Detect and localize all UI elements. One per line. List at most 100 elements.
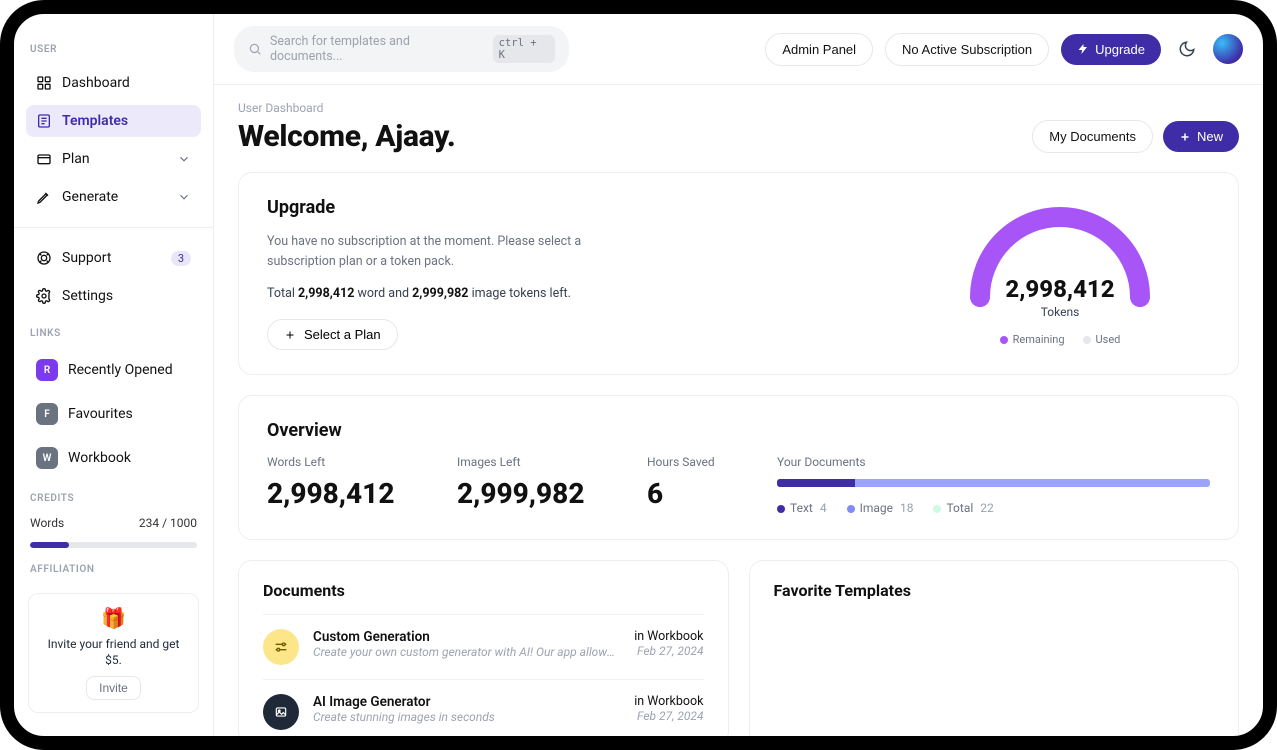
sidebar-section-credits: CREDITS	[30, 493, 197, 504]
grid-icon	[36, 75, 52, 91]
sliders-icon	[263, 629, 299, 665]
legend-item: Total 22	[933, 501, 993, 515]
plus-icon	[1179, 131, 1191, 143]
lifebuoy-icon	[36, 250, 52, 266]
sidebar: USER Dashboard Templates Plan Generate	[14, 14, 214, 736]
support-badge: 3	[171, 251, 191, 266]
stat-hours-saved: Hours Saved 6	[647, 455, 747, 515]
sidebar-link-workbook[interactable]: W Workbook	[26, 439, 201, 477]
sidebar-section-user: USER	[30, 44, 197, 55]
document-date: Feb 27, 2024	[634, 709, 703, 723]
search-placeholder: Search for templates and documents...	[270, 34, 485, 64]
page-title: Welcome, Ajaay.	[238, 119, 455, 154]
wallet-icon	[36, 151, 52, 167]
upgrade-total-mid: word and	[354, 286, 412, 301]
my-documents-button[interactable]: My Documents	[1032, 120, 1153, 153]
upgrade-button-label: Upgrade	[1095, 42, 1145, 57]
upgrade-card: Upgrade You have no subscription at the …	[238, 172, 1239, 375]
sidebar-item-plan[interactable]: Plan	[26, 143, 201, 175]
affiliation-card: 🎁 Invite your friend and get $5. Invite	[28, 593, 199, 713]
sidebar-item-label: Recently Opened	[68, 362, 173, 378]
documents-legend: Text 4 Image 18 Total 22	[777, 501, 1210, 515]
credits-progress	[30, 542, 197, 548]
document-date: Feb 27, 2024	[634, 644, 703, 658]
new-button[interactable]: New	[1163, 121, 1239, 152]
stat-label: Words Left	[267, 455, 427, 469]
topbar: Search for templates and documents... ct…	[214, 14, 1263, 85]
sidebar-section-affiliation: AFFILIATION	[30, 564, 197, 575]
search-icon	[248, 42, 262, 56]
admin-panel-button[interactable]: Admin Panel	[765, 33, 873, 66]
sidebar-link-favourites[interactable]: F Favourites	[26, 395, 201, 433]
gift-icon: 🎁	[41, 606, 186, 630]
sidebar-item-settings[interactable]: Settings	[26, 280, 201, 312]
subscription-status-button[interactable]: No Active Subscription	[885, 33, 1049, 66]
tile-icon: F	[36, 403, 58, 425]
overview-card: Overview Words Left 2,998,412 Images Lef…	[238, 395, 1239, 540]
legend-remaining-label: Remaining	[1013, 333, 1065, 346]
tile-icon: W	[36, 447, 58, 469]
legend-item: Image 18	[847, 501, 914, 515]
overview-title: Overview	[267, 420, 1210, 441]
search-input[interactable]: Search for templates and documents... ct…	[234, 26, 569, 72]
new-button-label: New	[1197, 129, 1223, 144]
chevron-down-icon	[177, 190, 191, 204]
your-documents-label: Your Documents	[777, 455, 1210, 469]
documents-progress	[777, 479, 1210, 487]
upgrade-total-suffix: image tokens left.	[468, 286, 570, 301]
search-hotkey: ctrl + K	[493, 35, 555, 63]
document-desc: Create stunning images in seconds	[313, 710, 620, 724]
sidebar-item-label: Generate	[62, 189, 118, 205]
sidebar-item-label: Favourites	[68, 406, 133, 422]
sidebar-item-dashboard[interactable]: Dashboard	[26, 67, 201, 99]
legend-remaining: Remaining	[1000, 333, 1065, 346]
sidebar-item-generate[interactable]: Generate	[26, 181, 201, 213]
sidebar-item-label: Workbook	[68, 450, 131, 466]
plus-icon	[284, 329, 296, 341]
sidebar-section-links: LINKS	[30, 328, 197, 339]
credits-label: Words	[30, 516, 64, 530]
template-icon	[36, 113, 52, 129]
moon-icon	[1178, 40, 1196, 58]
upgrade-button[interactable]: Upgrade	[1061, 34, 1161, 65]
bolt-icon	[1077, 43, 1089, 55]
upgrade-text: You have no subscription at the moment. …	[267, 232, 647, 272]
sidebar-item-label: Settings	[62, 288, 113, 304]
sidebar-item-label: Support	[62, 250, 111, 266]
upgrade-total: Total 2,998,412 word and 2,999,982 image…	[267, 286, 870, 301]
favorites-title: Favorite Templates	[774, 581, 1215, 600]
main: Search for templates and documents... ct…	[214, 14, 1263, 736]
gear-icon	[36, 288, 52, 304]
sidebar-item-templates[interactable]: Templates	[26, 105, 201, 137]
sidebar-link-recently-opened[interactable]: R Recently Opened	[26, 351, 201, 389]
documents-title: Documents	[263, 581, 704, 600]
documents-progress-fill	[777, 479, 855, 487]
upgrade-word-tokens: 2,998,412	[298, 286, 354, 301]
pen-icon	[36, 189, 52, 205]
document-location: in Workbook	[634, 629, 703, 644]
stat-images-left: Images Left 2,999,982	[457, 455, 617, 515]
documents-card: Documents Custom Generation Create your …	[238, 560, 729, 736]
chevron-down-icon	[177, 152, 191, 166]
credits-value: 234 / 1000	[139, 516, 197, 530]
document-title: Custom Generation	[313, 629, 620, 645]
stat-value: 6	[647, 477, 747, 510]
affiliation-text: Invite your friend and get $5.	[41, 636, 186, 668]
theme-toggle[interactable]	[1173, 35, 1201, 63]
avatar[interactable]	[1213, 34, 1243, 64]
breadcrumb: User Dashboard	[238, 101, 1239, 115]
document-row[interactable]: AI Image Generator Create stunning image…	[263, 679, 704, 736]
stat-value: 2,999,982	[457, 477, 617, 510]
legend-item: Text 4	[777, 501, 827, 515]
document-location: in Workbook	[634, 694, 703, 709]
legend-used-label: Used	[1096, 333, 1121, 346]
credits-progress-fill	[30, 542, 69, 548]
image-icon	[263, 694, 299, 730]
divider	[14, 227, 213, 228]
invite-button[interactable]: Invite	[86, 676, 141, 700]
select-plan-button[interactable]: Select a Plan	[267, 319, 398, 350]
sidebar-item-label: Templates	[62, 113, 128, 129]
sidebar-item-support[interactable]: Support 3	[26, 242, 201, 274]
sidebar-item-label: Plan	[62, 151, 90, 167]
document-row[interactable]: Custom Generation Create your own custom…	[263, 614, 704, 679]
